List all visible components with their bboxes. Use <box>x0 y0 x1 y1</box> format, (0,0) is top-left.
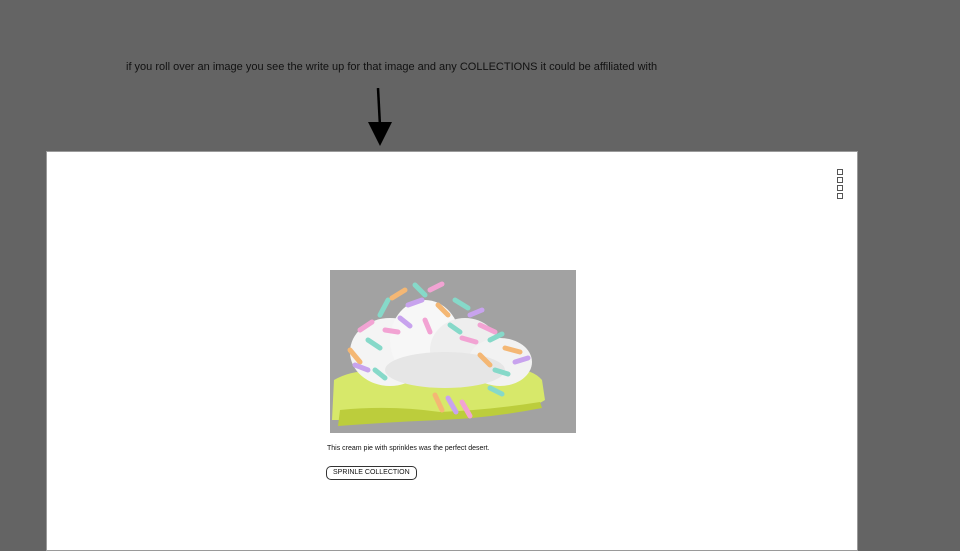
cream-pie-illustration <box>332 281 545 426</box>
annotation-note: if you roll over an image you see the wr… <box>126 61 658 73</box>
down-arrow-icon <box>368 88 392 146</box>
image-caption: This cream pie with sprinkles was the pe… <box>327 445 490 452</box>
page-preview: This cream pie with sprinkles was the pe… <box>46 151 858 551</box>
sprinkle-collection-button[interactable]: SPRINLE COLLECTION <box>326 466 417 480</box>
hamburger-menu-icon[interactable] <box>837 169 845 199</box>
cream-pie-image[interactable] <box>330 270 576 433</box>
